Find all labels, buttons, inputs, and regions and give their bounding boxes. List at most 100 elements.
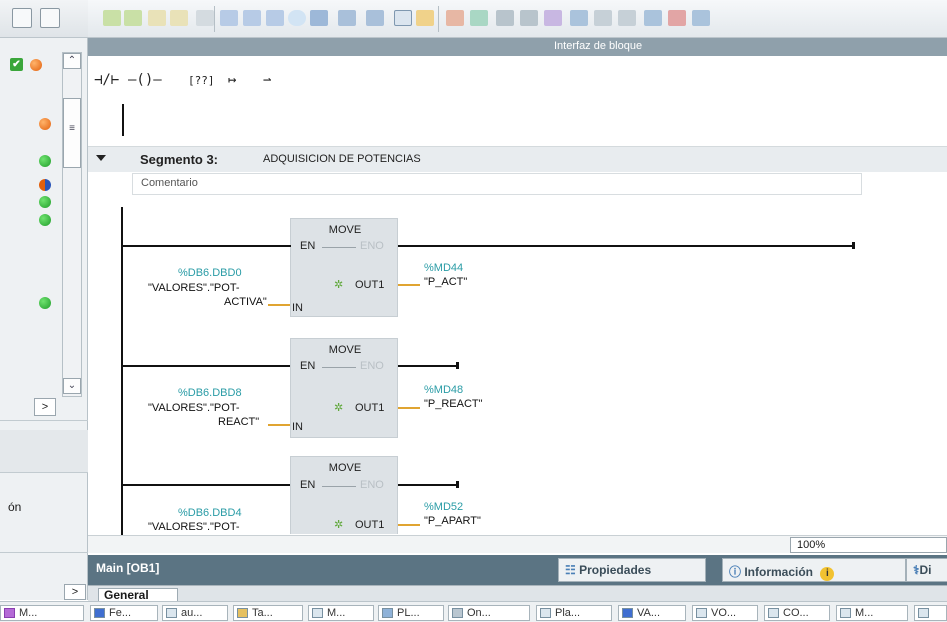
step-over-icon[interactable] bbox=[618, 10, 636, 26]
favorite-icon[interactable] bbox=[416, 10, 434, 26]
comment-icon[interactable] bbox=[288, 10, 306, 26]
eno-pin[interactable]: ENO bbox=[360, 479, 384, 491]
indent-icon[interactable] bbox=[570, 10, 588, 26]
in-address[interactable]: %DB6.DBD4 bbox=[178, 507, 242, 519]
ok-status-icon bbox=[39, 196, 51, 208]
window-icon bbox=[94, 608, 105, 618]
task-item[interactable] bbox=[914, 605, 947, 621]
symbol-icon[interactable] bbox=[196, 10, 214, 26]
online-icon bbox=[452, 608, 463, 618]
collapse-triangle-icon[interactable] bbox=[96, 155, 106, 161]
out-wire bbox=[398, 284, 420, 286]
expand-arrow-icon[interactable]: > bbox=[34, 398, 56, 416]
task-item[interactable]: VO... bbox=[692, 605, 758, 621]
list-view-icon[interactable] bbox=[12, 8, 32, 28]
run-icon[interactable] bbox=[692, 10, 710, 26]
project-tree-panel: ✔ ⌃ ≡ ⌄ > ón > bbox=[0, 0, 88, 600]
close-all-icon[interactable] bbox=[338, 10, 356, 26]
delete-row-icon[interactable] bbox=[170, 10, 188, 26]
in-address[interactable]: %DB6.DBD0 bbox=[178, 267, 242, 279]
open-all-icon[interactable] bbox=[310, 10, 328, 26]
task-item[interactable]: au... bbox=[162, 605, 228, 621]
tab-informacion[interactable]: ⓘ Información i bbox=[722, 558, 906, 582]
task-item[interactable]: CO... bbox=[764, 605, 830, 621]
monitor-on-icon[interactable] bbox=[470, 10, 488, 26]
go-online-icon[interactable] bbox=[496, 10, 514, 26]
comment-placeholder: Comentario bbox=[141, 177, 198, 189]
breakpoint-icon[interactable] bbox=[644, 10, 662, 26]
eno-pin[interactable]: ENO bbox=[360, 360, 384, 372]
split-icon[interactable] bbox=[243, 10, 261, 26]
in-symbol[interactable]: "VALORES"."POT- bbox=[148, 521, 240, 533]
layout-icon[interactable] bbox=[266, 10, 284, 26]
task-item[interactable]: Ta... bbox=[233, 605, 303, 621]
task-item[interactable]: Fe... bbox=[90, 605, 158, 621]
list-icon[interactable] bbox=[220, 10, 238, 26]
segment-comment-field[interactable]: Comentario bbox=[132, 173, 862, 195]
en-pin[interactable]: EN bbox=[300, 479, 315, 491]
task-item[interactable]: VA... bbox=[618, 605, 686, 621]
insert-row-icon[interactable] bbox=[148, 10, 166, 26]
out-symbol[interactable]: "P_ACT" bbox=[424, 276, 467, 288]
inspector-bar: Main [OB1] ☷ Propiedades ⓘ Información i… bbox=[88, 555, 947, 585]
compare-icon[interactable] bbox=[544, 10, 562, 26]
collapse-icon[interactable] bbox=[366, 10, 384, 26]
eno-pin[interactable]: ENO bbox=[360, 240, 384, 252]
nc-contact-icon[interactable]: ⊣/⊢ bbox=[94, 72, 119, 88]
in-symbol[interactable]: "VALORES"."POT- bbox=[148, 282, 240, 294]
window-icon bbox=[918, 608, 929, 618]
out-address[interactable]: %MD48 bbox=[424, 384, 463, 396]
out-symbol[interactable]: "P_REACT" bbox=[424, 398, 483, 410]
step-icon[interactable] bbox=[594, 10, 612, 26]
out1-pin[interactable]: OUT1 bbox=[355, 279, 384, 291]
tab-propiedades[interactable]: ☷ Propiedades bbox=[558, 558, 706, 582]
task-label: PL... bbox=[397, 607, 420, 619]
task-item[interactable]: On... bbox=[448, 605, 530, 621]
out-address[interactable]: %MD52 bbox=[424, 501, 463, 513]
scroll-thumb[interactable]: ≡ bbox=[63, 98, 81, 168]
delete-network-icon[interactable] bbox=[124, 10, 142, 26]
move-block[interactable]: MOVE bbox=[290, 338, 398, 438]
move-block[interactable]: MOVE bbox=[290, 218, 398, 317]
scroll-down-icon[interactable]: ⌄ bbox=[63, 378, 81, 394]
task-item[interactable]: M... bbox=[836, 605, 908, 621]
block-interface-bar[interactable]: Interfaz de bloque bbox=[88, 38, 947, 56]
in-pin[interactable]: IN bbox=[292, 421, 303, 433]
rung-wire bbox=[123, 365, 291, 367]
close-branch-icon[interactable]: ⇀ bbox=[263, 72, 271, 88]
segment-title[interactable]: ADQUISICION DE POTENCIAS bbox=[263, 153, 421, 165]
tab-general[interactable]: General bbox=[98, 588, 178, 602]
table-icon[interactable] bbox=[394, 10, 412, 26]
tab-diagnostico[interactable]: ⚕Di bbox=[906, 558, 947, 582]
segment-header[interactable]: Segmento 3: ADQUISICION DE POTENCIAS bbox=[88, 146, 947, 172]
in-symbol[interactable]: "VALORES"."POT- bbox=[148, 402, 240, 414]
coil-icon[interactable]: –()– bbox=[128, 72, 162, 88]
detail-view-icon[interactable] bbox=[40, 8, 60, 28]
task-item[interactable]: M... bbox=[0, 605, 84, 621]
task-item[interactable]: Pla... bbox=[536, 605, 612, 621]
task-item[interactable]: M... bbox=[308, 605, 374, 621]
monitor-icon[interactable] bbox=[446, 10, 464, 26]
out1-pin[interactable]: OUT1 bbox=[355, 402, 384, 414]
in-address[interactable]: %DB6.DBD8 bbox=[178, 387, 242, 399]
rung-end bbox=[852, 242, 855, 249]
out-address[interactable]: %MD44 bbox=[424, 262, 463, 274]
out1-pin[interactable]: OUT1 bbox=[355, 519, 384, 531]
open-branch-icon[interactable]: ↦ bbox=[228, 72, 236, 88]
scroll-up-icon[interactable]: ⌃ bbox=[63, 53, 81, 69]
expand-arrow-icon[interactable]: > bbox=[64, 584, 86, 600]
empty-box-icon[interactable]: [??] bbox=[188, 74, 215, 87]
vertical-scrollbar[interactable]: ⌃ ≡ ⌄ bbox=[62, 52, 82, 397]
rung-wire bbox=[398, 484, 458, 486]
go-offline-icon[interactable] bbox=[520, 10, 538, 26]
task-item[interactable]: PL... bbox=[378, 605, 444, 621]
rung-wire bbox=[123, 484, 291, 486]
en-pin[interactable]: EN bbox=[300, 240, 315, 252]
out-symbol[interactable]: "P_APART" bbox=[424, 515, 481, 527]
en-pin[interactable]: EN bbox=[300, 360, 315, 372]
tree-section bbox=[0, 430, 88, 472]
in-pin[interactable]: IN bbox=[292, 302, 303, 314]
insert-network-icon[interactable] bbox=[103, 10, 121, 26]
zoom-field[interactable]: 100% bbox=[790, 537, 947, 553]
stop-icon[interactable] bbox=[668, 10, 686, 26]
